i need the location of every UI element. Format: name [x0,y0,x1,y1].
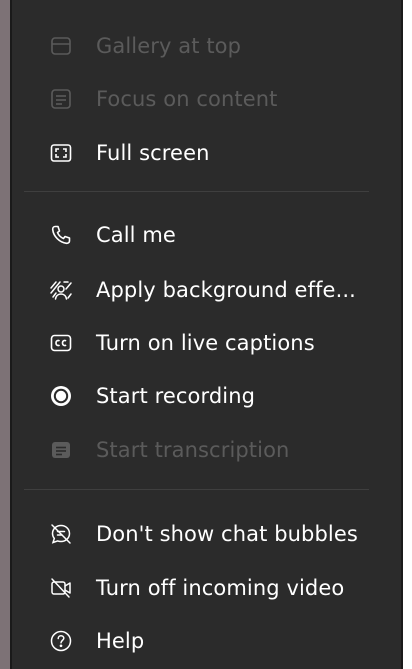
window-right-edge [404,0,412,669]
menu-item-label: Help [96,629,145,653]
menu-item-hide-chat-bubbles[interactable]: Don't show chat bubbles [12,511,401,557]
menu-item-label: Turn off incoming video [96,576,345,600]
menu-item-label: Focus on content [96,87,278,111]
menu-item-live-captions[interactable]: Turn on live captions [12,320,401,366]
screenshot-frame: Gallery at top Focus on content Full scr… [0,0,412,669]
window-left-edge [0,0,10,669]
menu-item-full-screen[interactable]: Full screen [12,130,401,176]
record-icon [50,385,72,407]
menu-item-label: Don't show chat bubbles [96,522,358,546]
menu-item-gallery-at-top[interactable]: Gallery at top [12,23,401,69]
menu-item-turn-off-incoming-video[interactable]: Turn off incoming video [12,565,401,611]
phone-icon [50,224,72,246]
menu-item-help[interactable]: Help [12,618,401,664]
menu-item-label: Turn on live captions [96,331,315,355]
menu-item-label: Apply background effe... [96,278,356,302]
menu-item-label: Full screen [96,141,210,165]
menu-item-label: Start transcription [96,438,290,462]
menu-item-label: Start recording [96,384,256,408]
menu-divider [24,489,369,490]
menu-item-label: Gallery at top [96,34,242,58]
focus-content-icon [50,88,72,110]
video-off-icon [50,577,72,599]
help-icon [50,630,72,652]
menu-item-start-recording[interactable]: Start recording [12,373,401,419]
background-effects-icon [50,279,72,301]
more-actions-menu: Gallery at top Focus on content Full scr… [10,0,403,669]
menu-item-apply-background-effects[interactable]: Apply background effe... [12,267,401,313]
menu-divider [24,191,369,192]
menu-item-call-me[interactable]: Call me [12,212,401,258]
closed-captions-icon [50,332,72,354]
menu-item-label: Call me [96,223,176,247]
full-screen-icon [50,142,72,164]
menu-item-focus-on-content[interactable]: Focus on content [12,76,401,122]
gallery-top-icon [50,35,72,57]
transcription-icon [50,439,72,461]
chat-bubbles-off-icon [50,523,72,545]
menu-item-start-transcription[interactable]: Start transcription [12,427,401,473]
